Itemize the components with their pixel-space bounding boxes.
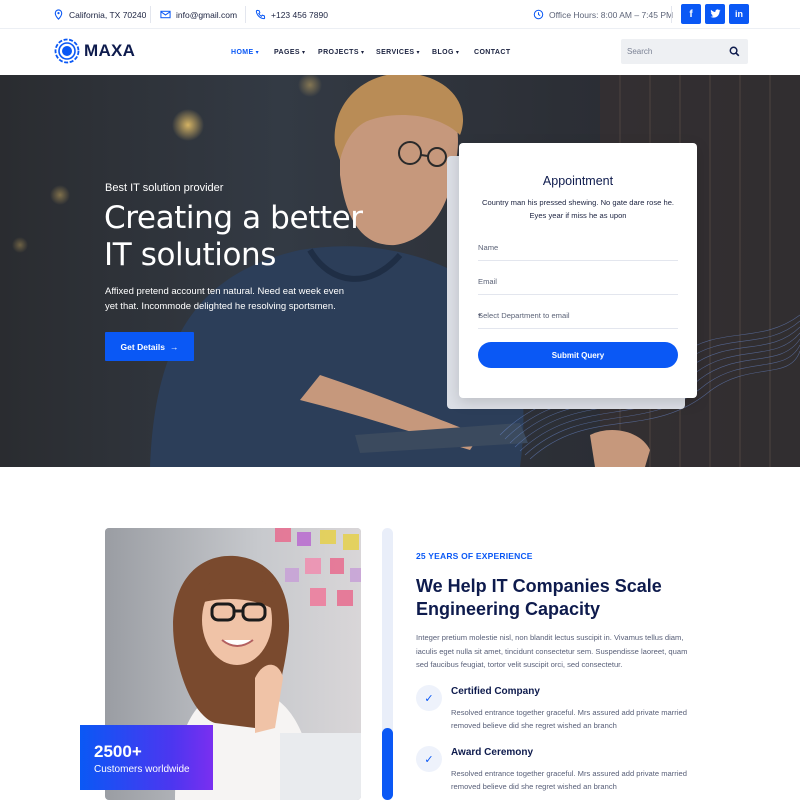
progress-fill xyxy=(382,728,393,800)
phone-info[interactable]: +123 456 7890 xyxy=(255,0,328,29)
feature-title: Award Ceremony xyxy=(451,747,534,758)
feature-description: Resolved entrance together graceful. Mrs… xyxy=(451,708,687,730)
form-description: Country man his pressed shewing. No gate… xyxy=(481,198,675,220)
hero-subtitle: Best IT solution provider xyxy=(105,182,224,194)
search-input[interactable]: Search xyxy=(621,39,748,64)
section-title: We Help IT Companies Scale Engineering C… xyxy=(416,576,662,619)
feature-title: Certified Company xyxy=(451,686,540,697)
brand-logo[interactable]: MAXA xyxy=(54,38,135,64)
divider xyxy=(671,6,672,23)
divider xyxy=(245,6,246,23)
location-info: California, TX 70240 xyxy=(53,0,146,29)
nav-item-contact[interactable]: CONTACT xyxy=(474,46,511,58)
phone-icon xyxy=(255,9,266,20)
logo-mark-icon xyxy=(54,38,80,64)
chevron-down-icon: ▾ xyxy=(455,49,460,56)
nav-label: HOME xyxy=(231,48,254,56)
twitter-bird-icon xyxy=(709,9,721,18)
checkmark-icon: ✓ xyxy=(416,746,442,772)
nav-label: PROJECTS xyxy=(318,48,359,56)
hero-title-line: IT solutions xyxy=(104,237,277,273)
arrow-right-icon: → xyxy=(169,341,179,352)
nav-label: CONTACT xyxy=(474,48,511,56)
search-placeholder: Search xyxy=(627,47,653,56)
clock-icon xyxy=(533,9,544,20)
envelope-icon xyxy=(160,10,171,19)
nav-label: SERVICES xyxy=(376,48,415,56)
customers-badge: 2500+ Customers worldwide xyxy=(80,725,213,790)
twitter-icon[interactable] xyxy=(705,4,725,24)
email-text[interactable]: info@gmail.com xyxy=(176,10,237,20)
nav-label: BLOG xyxy=(432,48,454,56)
customers-count: 2500+ xyxy=(94,742,142,761)
nav-item-blog[interactable]: BLOG ▾ xyxy=(432,46,459,58)
checkmark-icon: ✓ xyxy=(416,685,442,711)
linkedin-icon[interactable]: in xyxy=(729,4,749,24)
nav-item-services[interactable]: SERVICES ▾ xyxy=(376,46,420,58)
appointment-form: Appointment Country man his pressed shew… xyxy=(459,143,697,398)
nav-item-pages[interactable]: PAGES ▾ xyxy=(274,46,305,58)
nav-label: PAGES xyxy=(274,48,300,56)
section-eyebrow: 25 YEARS OF EXPERIENCE xyxy=(416,551,533,561)
chevron-down-icon: ▾ xyxy=(478,313,482,319)
name-placeholder: Name xyxy=(478,243,499,252)
customers-label: Customers worldwide xyxy=(94,764,190,775)
submit-query-button[interactable]: Submit Query xyxy=(478,342,678,368)
location-pin-icon xyxy=(54,9,63,20)
office-hours-text: Office Hours: 8:00 AM – 7:45 PM xyxy=(549,9,674,20)
button-label: Get Details xyxy=(120,341,165,352)
department-select[interactable]: Select Department to email ▾ xyxy=(478,309,678,329)
top-bar: California, TX 70240 info@gmail.com +123… xyxy=(0,0,800,29)
hero-title-line: Creating a better xyxy=(104,200,363,236)
email-field[interactable]: Email xyxy=(478,275,678,295)
chevron-down-icon: ▾ xyxy=(302,49,306,56)
email-info[interactable]: info@gmail.com xyxy=(160,0,237,29)
divider xyxy=(150,6,151,23)
chevron-down-icon: ▾ xyxy=(255,49,260,56)
facebook-icon[interactable]: f xyxy=(681,4,701,24)
name-field[interactable]: Name xyxy=(478,241,678,261)
chevron-down-icon: ▾ xyxy=(416,49,420,56)
form-title: Appointment xyxy=(542,174,614,188)
chevron-down-icon: ▾ xyxy=(360,49,365,56)
hero-description: Affixed pretend account ten natural. Nee… xyxy=(105,286,345,312)
email-placeholder: Email xyxy=(478,277,497,286)
search-icon[interactable] xyxy=(729,46,740,57)
feature-description: Resolved entrance together graceful. Mrs… xyxy=(451,769,687,791)
nav-item-home[interactable]: HOME ▾ xyxy=(231,46,259,58)
phone-text[interactable]: +123 456 7890 xyxy=(271,10,328,20)
get-details-button[interactable]: Get Details → xyxy=(105,332,194,361)
nav-item-projects[interactable]: PROJECTS ▾ xyxy=(318,46,364,58)
location-text: California, TX 70240 xyxy=(69,9,147,20)
hero-title: Creating a better IT solutions xyxy=(104,200,363,274)
office-hours: Office Hours: 8:00 AM – 7:45 PM xyxy=(533,0,673,29)
brand-name: MAXA xyxy=(84,41,136,60)
section-description: Integer pretium molestie nisl, non bland… xyxy=(416,633,688,669)
